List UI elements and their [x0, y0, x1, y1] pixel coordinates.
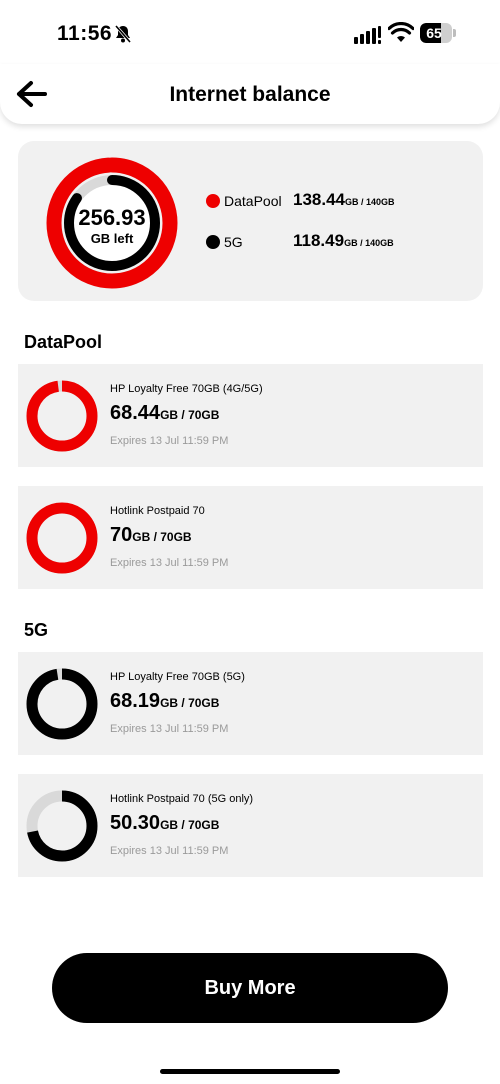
plan-amount: 50.30GB / 70GB	[110, 812, 220, 834]
legend-amount: 118.49GB / 140GB	[293, 231, 394, 250]
buy-more-button[interactable]: Buy More	[52, 953, 448, 1023]
legend-amount: 138.44GB / 140GB	[293, 190, 395, 209]
plan-card[interactable]: HP Loyalty Free 70GB (4G/5G) 68.44GB / 7…	[18, 364, 483, 467]
plan-amount: 70GB / 70GB	[110, 524, 192, 546]
legend-dot	[206, 194, 220, 208]
plan-name: HP Loyalty Free 70GB (4G/5G)	[110, 383, 263, 395]
plan-expiry: Expires 13 Jul 11:59 PM	[110, 435, 229, 447]
legend-label: 5G	[224, 234, 243, 250]
plan-card[interactable]: Hotlink Postpaid 70 70GB / 70GB Expires …	[18, 486, 483, 589]
section-title-5g: 5G	[24, 620, 49, 640]
legend-datapool: DataPool 138.44GB / 140GB	[206, 190, 476, 212]
page-title: Internet balance	[169, 83, 331, 106]
total-balance-unit: GB left	[90, 231, 134, 246]
plan-card[interactable]: HP Loyalty Free 70GB (5G) 68.19GB / 70GB…	[18, 652, 483, 755]
plan-ring-chart	[26, 668, 98, 740]
plan-expiry: Expires 13 Jul 11:59 PM	[110, 723, 229, 735]
header: Internet balance	[0, 64, 500, 124]
wifi-icon	[388, 22, 414, 42]
signal-icon	[354, 26, 381, 44]
total-balance-value: 256.93	[78, 205, 146, 230]
plan-card[interactable]: Hotlink Postpaid 70 (5G only) 50.30GB / …	[18, 774, 483, 877]
section-title-datapool: DataPool	[24, 332, 103, 352]
bell-slash-icon	[114, 25, 132, 43]
plan-name: HP Loyalty Free 70GB (5G)	[110, 671, 245, 683]
plan-ring-chart	[26, 380, 98, 452]
status-time: 11:56	[57, 22, 113, 45]
plan-expiry: Expires 13 Jul 11:59 PM	[110, 845, 229, 857]
plan-ring-chart	[26, 790, 98, 862]
plan-amount: 68.19GB / 70GB	[110, 690, 220, 712]
status-bar: 11:56 65	[0, 0, 500, 70]
battery-indicator: 65	[420, 23, 456, 43]
ring-arc	[26, 668, 98, 740]
plan-amount: 68.44GB / 70GB	[110, 402, 220, 424]
ring-arc	[26, 380, 98, 452]
legend-dot	[206, 235, 220, 249]
plan-ring-chart	[26, 502, 98, 574]
plan-name: Hotlink Postpaid 70 (5G only)	[110, 793, 254, 805]
battery-level: 65	[426, 25, 442, 41]
balance-ring-chart: 256.93 GB left	[45, 156, 179, 290]
ring-arc	[26, 502, 98, 574]
legend-5g: 5G 118.49GB / 140GB	[206, 231, 476, 253]
balance-summary-card: 256.93 GB left DataPool 138.44GB / 140GB…	[18, 141, 483, 301]
legend-label: DataPool	[224, 193, 282, 209]
home-indicator	[160, 1069, 340, 1074]
plan-name: Hotlink Postpaid 70	[110, 505, 205, 517]
plan-expiry: Expires 13 Jul 11:59 PM	[110, 557, 229, 569]
